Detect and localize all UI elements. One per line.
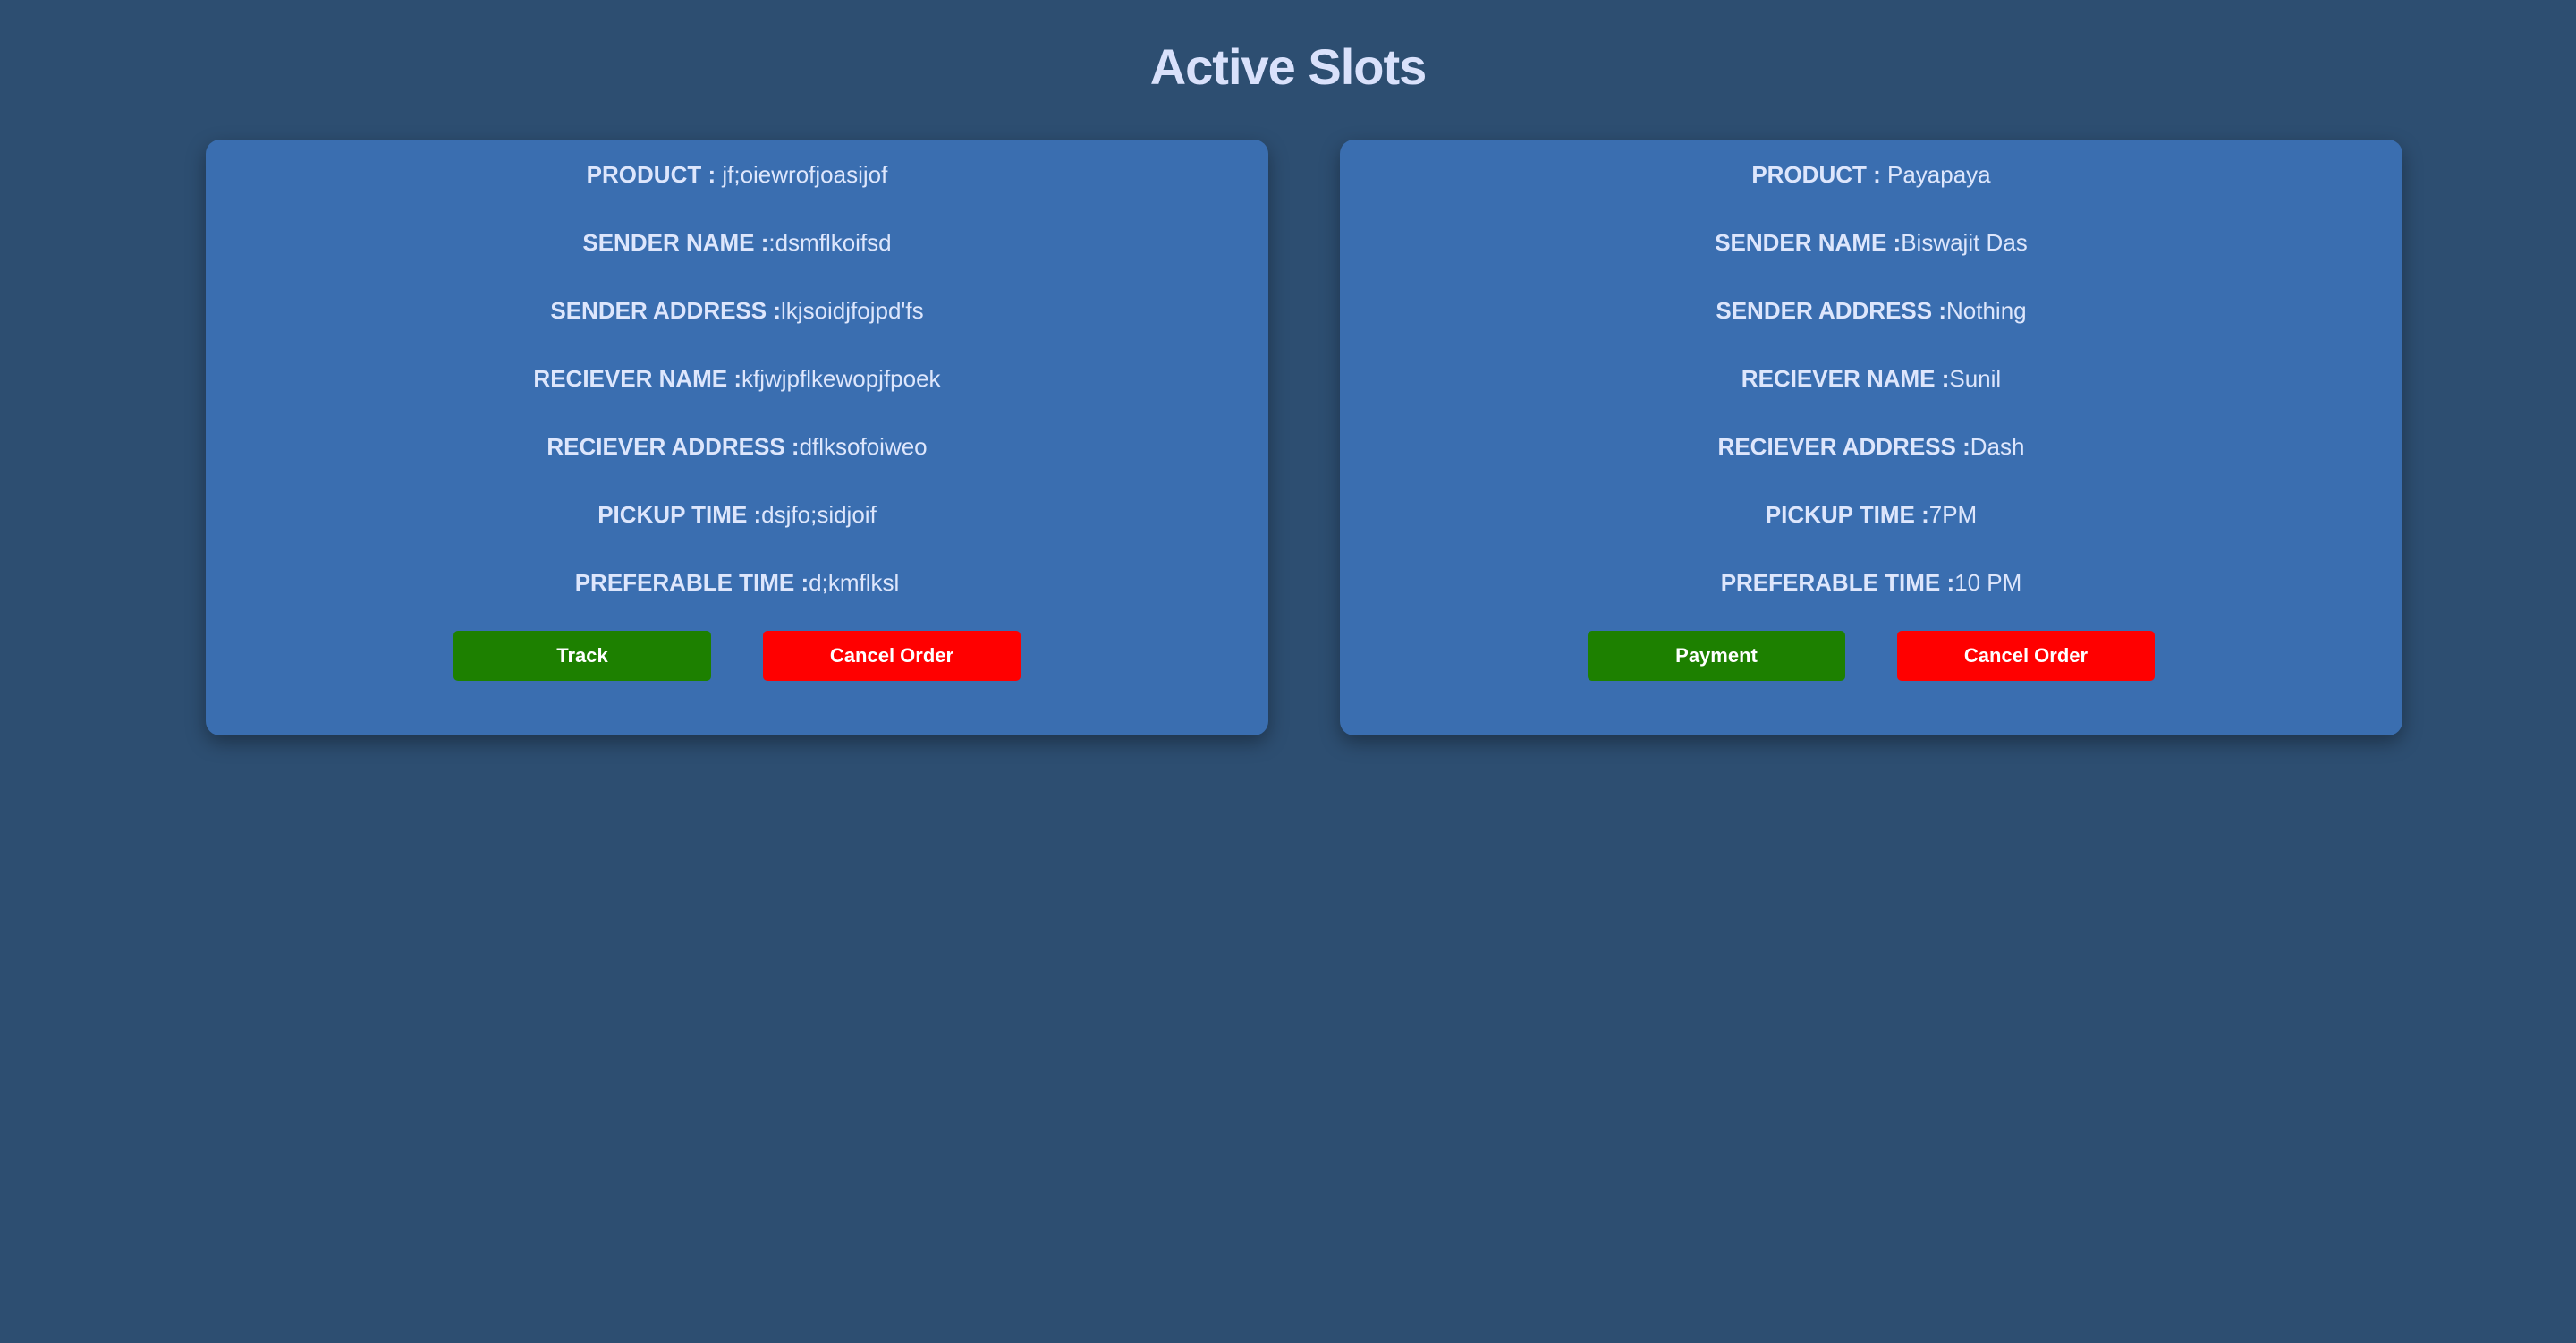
preferable-time-label: PREFERABLE TIME : bbox=[1720, 569, 1955, 596]
sender-name-field: SENDER NAME ::dsmflkoifsd bbox=[206, 227, 1268, 295]
pickup-time-value: 7PM bbox=[1928, 501, 1978, 528]
slot-actions: Track Cancel Order bbox=[206, 631, 1268, 681]
slot-card: PRODUCT : Payapaya SENDER NAME :Biswajit… bbox=[1340, 140, 2402, 735]
receiver-name-field: RECIEVER NAME :Sunil bbox=[1340, 363, 2402, 431]
receiver-address-field: RECIEVER ADDRESS :dflksofoiweo bbox=[206, 431, 1268, 499]
cancel-order-button[interactable]: Cancel Order bbox=[1897, 631, 2155, 681]
pickup-time-value: dsjfo;sidjoif bbox=[761, 501, 877, 528]
receiver-name-value: Sunil bbox=[1949, 365, 2002, 392]
product-label: PRODUCT : bbox=[586, 161, 723, 188]
pickup-time-label: PICKUP TIME : bbox=[597, 501, 762, 528]
page-title: Active Slots bbox=[1149, 38, 1428, 95]
slot-actions: Payment Cancel Order bbox=[1340, 631, 2402, 681]
product-value: jf;oiewrofjoasijof bbox=[722, 161, 888, 188]
sender-address-label: SENDER ADDRESS : bbox=[550, 297, 782, 324]
receiver-address-field: RECIEVER ADDRESS :Dash bbox=[1340, 431, 2402, 499]
receiver-name-label: RECIEVER NAME : bbox=[533, 365, 741, 392]
pickup-time-label: PICKUP TIME : bbox=[1765, 501, 1929, 528]
track-button[interactable]: Track bbox=[453, 631, 711, 681]
receiver-name-field: RECIEVER NAME :kfjwjpflkewopjfpoek bbox=[206, 363, 1268, 431]
preferable-time-field: PREFERABLE TIME :d;kmflksl bbox=[206, 567, 1268, 635]
cancel-order-button[interactable]: Cancel Order bbox=[763, 631, 1021, 681]
receiver-name-label: RECIEVER NAME : bbox=[1741, 365, 1950, 392]
preferable-time-field: PREFERABLE TIME :10 PM bbox=[1340, 567, 2402, 635]
slots-container: PRODUCT : jf;oiewrofjoasijof SENDER NAME… bbox=[206, 140, 2402, 735]
sender-address-value: lkjsoidjfojpd'fs bbox=[781, 297, 924, 324]
product-field: PRODUCT : jf;oiewrofjoasijof bbox=[206, 159, 1268, 227]
sender-address-field: SENDER ADDRESS :lkjsoidjfojpd'fs bbox=[206, 295, 1268, 363]
payment-button[interactable]: Payment bbox=[1588, 631, 1845, 681]
sender-name-value: :dsmflkoifsd bbox=[768, 229, 892, 256]
slot-card: PRODUCT : jf;oiewrofjoasijof SENDER NAME… bbox=[206, 140, 1268, 735]
pickup-time-field: PICKUP TIME :dsjfo;sidjoif bbox=[206, 499, 1268, 567]
receiver-address-value: Dash bbox=[1970, 433, 2025, 460]
sender-name-field: SENDER NAME :Biswajit Das bbox=[1340, 227, 2402, 295]
receiver-address-value: dflksofoiweo bbox=[799, 433, 928, 460]
sender-name-label: SENDER NAME : bbox=[1715, 229, 1902, 256]
pickup-time-field: PICKUP TIME :7PM bbox=[1340, 499, 2402, 567]
sender-name-label: SENDER NAME : bbox=[582, 229, 769, 256]
receiver-name-value: kfjwjpflkewopjfpoek bbox=[741, 365, 941, 392]
sender-address-value: Nothing bbox=[1946, 297, 2027, 324]
preferable-time-value: d;kmflksl bbox=[809, 569, 900, 596]
preferable-time-label: PREFERABLE TIME : bbox=[574, 569, 809, 596]
sender-name-value: Biswajit Das bbox=[1901, 229, 2028, 256]
sender-address-label: SENDER ADDRESS : bbox=[1716, 297, 1946, 324]
sender-address-field: SENDER ADDRESS :Nothing bbox=[1340, 295, 2402, 363]
product-label: PRODUCT : bbox=[1751, 161, 1887, 188]
receiver-address-label: RECIEVER ADDRESS : bbox=[1717, 433, 1970, 460]
receiver-address-label: RECIEVER ADDRESS : bbox=[547, 433, 800, 460]
product-value: Payapaya bbox=[1887, 161, 1991, 188]
preferable-time-value: 10 PM bbox=[1954, 569, 2022, 596]
product-field: PRODUCT : Payapaya bbox=[1340, 159, 2402, 227]
